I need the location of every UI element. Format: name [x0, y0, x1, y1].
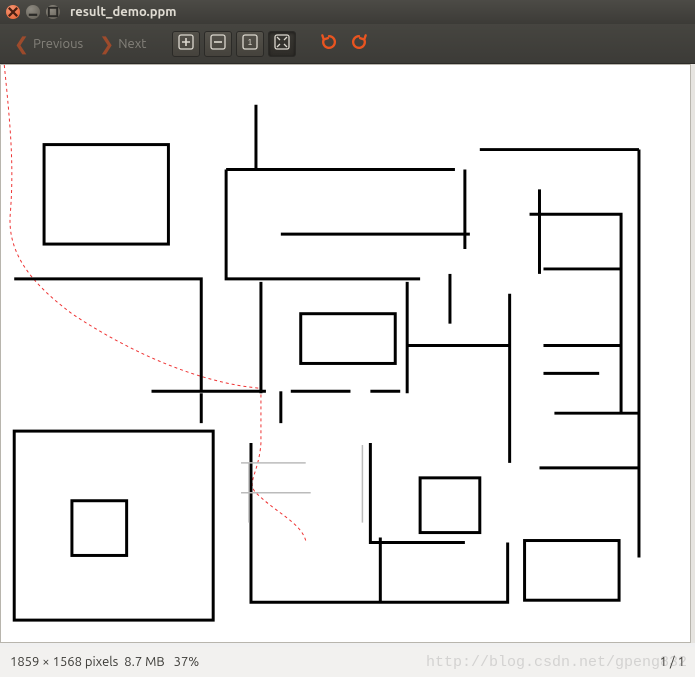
zoom-level: 37% [174, 655, 200, 669]
zoom-in-icon [178, 34, 194, 53]
file-size: 8.7 MB [124, 655, 164, 669]
next-label: Next [118, 37, 146, 51]
window-controls [6, 5, 60, 19]
rotate-ccw-icon [319, 32, 339, 55]
chevron-right-icon: ❯ [99, 35, 114, 53]
zoom-fit-button[interactable] [268, 31, 296, 57]
toolbar: ❮ Previous ❯ Next 1 [0, 24, 695, 64]
minimize-icon[interactable] [26, 5, 40, 19]
zoom-group: 1 [172, 31, 296, 57]
zoom-in-button[interactable] [172, 31, 200, 57]
zoom-fit-icon [274, 34, 290, 53]
window-titlebar: result_demo.ppm [0, 0, 695, 24]
maximize-icon[interactable] [46, 5, 60, 19]
rotate-cw-icon [349, 32, 369, 55]
chevron-left-icon: ❮ [14, 35, 29, 53]
close-icon[interactable] [6, 5, 20, 19]
image-canvas[interactable] [0, 64, 691, 643]
rotate-cw-button[interactable] [346, 31, 372, 57]
zoom-original-icon: 1 [242, 34, 258, 53]
nav-group: ❮ Previous ❯ Next [8, 31, 152, 57]
zoom-out-button[interactable] [204, 31, 232, 57]
svg-text:1: 1 [248, 38, 253, 47]
page-indicator: 1 / 1 [660, 655, 685, 669]
window-title: result_demo.ppm [70, 5, 176, 19]
image-dimensions: 1859 × 1568 pixels [10, 655, 118, 669]
previous-label: Previous [33, 37, 83, 51]
status-bar: 1859 × 1568 pixels 8.7 MB 37% 1 / 1 [0, 647, 695, 677]
rotate-group [316, 31, 372, 57]
floorplan-image [1, 65, 690, 642]
zoom-original-button[interactable]: 1 [236, 31, 264, 57]
next-button[interactable]: ❯ Next [93, 31, 152, 57]
zoom-out-icon [210, 34, 226, 53]
previous-button[interactable]: ❮ Previous [8, 31, 89, 57]
rotate-ccw-button[interactable] [316, 31, 342, 57]
vertical-scrollbar[interactable] [691, 64, 695, 643]
